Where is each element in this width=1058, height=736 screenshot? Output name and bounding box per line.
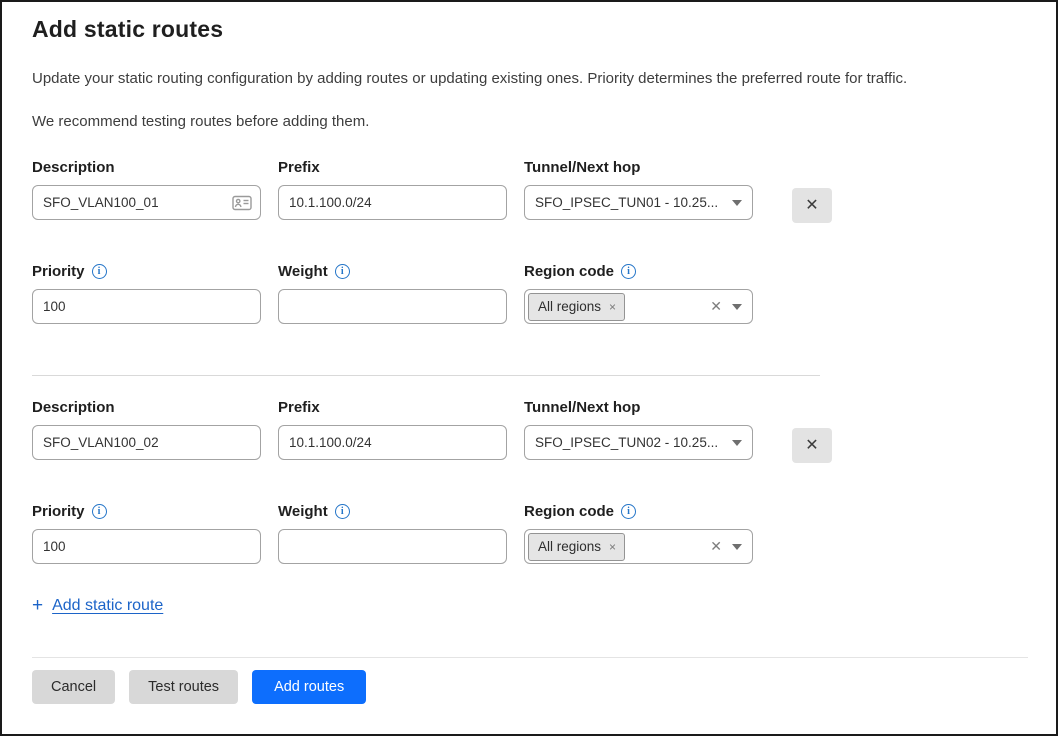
priority-input[interactable]: [32, 529, 261, 564]
route-divider: [32, 375, 820, 376]
region-field-group: Region code i All regions × ✕: [524, 263, 753, 324]
region-chip-label: All regions: [538, 539, 601, 554]
priority-field-group: Priority i: [32, 503, 261, 564]
region-label-text: Region code: [524, 263, 614, 280]
region-label: Region code i: [524, 503, 753, 520]
prefix-input[interactable]: [278, 425, 507, 460]
region-label-text: Region code: [524, 503, 614, 520]
prefix-field-group: Prefix: [278, 399, 507, 460]
info-icon[interactable]: i: [335, 504, 350, 519]
weight-label-text: Weight: [278, 503, 328, 520]
cancel-button[interactable]: Cancel: [32, 670, 115, 704]
info-icon[interactable]: i: [92, 504, 107, 519]
route-entry: Description Prefix Tunnel/Next hop SFO_I…: [32, 399, 1026, 564]
region-label: Region code i: [524, 263, 753, 280]
info-icon[interactable]: i: [621, 264, 636, 279]
description-label: Description: [32, 399, 261, 416]
clear-selection-icon[interactable]: ✕: [708, 538, 724, 555]
weight-input[interactable]: [278, 529, 507, 564]
region-multiselect[interactable]: All regions × ✕: [524, 529, 753, 564]
chevron-down-icon: [732, 200, 742, 206]
description-input[interactable]: [32, 185, 261, 220]
priority-label: Priority i: [32, 503, 261, 520]
tunnel-label: Tunnel/Next hop: [524, 159, 753, 176]
route-entry: Description Prefix Tunnel/Next: [32, 159, 1026, 324]
tunnel-select[interactable]: SFO_IPSEC_TUN01 - 10.25...: [524, 185, 753, 220]
region-chip: All regions ×: [528, 533, 625, 561]
add-routes-button[interactable]: Add routes: [252, 670, 366, 704]
priority-field-group: Priority i: [32, 263, 261, 324]
remove-route-button[interactable]: ✕: [792, 188, 832, 223]
tunnel-label: Tunnel/Next hop: [524, 399, 753, 416]
contact-card-icon: [232, 195, 252, 210]
page-title: Add static routes: [32, 16, 1026, 43]
priority-label-text: Priority: [32, 263, 85, 280]
add-static-routes-dialog: Add static routes Update your static rou…: [0, 0, 1058, 736]
tunnel-selected-value: SFO_IPSEC_TUN01 - 10.25...: [535, 195, 724, 210]
test-routes-button[interactable]: Test routes: [129, 670, 238, 704]
region-chip: All regions ×: [528, 293, 625, 321]
chip-remove-icon[interactable]: ×: [609, 300, 616, 314]
priority-label-text: Priority: [32, 503, 85, 520]
description-field-group: Description: [32, 399, 261, 460]
weight-field-group: Weight i: [278, 503, 507, 564]
weight-label: Weight i: [278, 503, 507, 520]
weight-input[interactable]: [278, 289, 507, 324]
prefix-input[interactable]: [278, 185, 507, 220]
footer-actions: Cancel Test routes Add routes: [32, 670, 1026, 704]
footer-divider: [32, 657, 1028, 658]
description-input[interactable]: [32, 425, 261, 460]
chevron-down-icon: [732, 304, 742, 310]
priority-input[interactable]: [32, 289, 261, 324]
info-icon[interactable]: i: [92, 264, 107, 279]
tunnel-selected-value: SFO_IPSEC_TUN02 - 10.25...: [535, 435, 724, 450]
region-multiselect[interactable]: All regions × ✕: [524, 289, 753, 324]
region-chip-label: All regions: [538, 299, 601, 314]
add-static-route-link[interactable]: + Add static route: [32, 595, 163, 617]
chip-remove-icon[interactable]: ×: [609, 540, 616, 554]
description-field-group: Description: [32, 159, 261, 220]
recommendation-text: We recommend testing routes before addin…: [32, 113, 1026, 130]
clear-selection-icon[interactable]: ✕: [708, 298, 724, 315]
region-field-group: Region code i All regions × ✕: [524, 503, 753, 564]
tunnel-field-group: Tunnel/Next hop SFO_IPSEC_TUN01 - 10.25.…: [524, 159, 753, 220]
description-label: Description: [32, 159, 261, 176]
weight-label-text: Weight: [278, 263, 328, 280]
remove-route-button[interactable]: ✕: [792, 428, 832, 463]
weight-field-group: Weight i: [278, 263, 507, 324]
weight-label: Weight i: [278, 263, 507, 280]
prefix-field-group: Prefix: [278, 159, 507, 220]
tunnel-select[interactable]: SFO_IPSEC_TUN02 - 10.25...: [524, 425, 753, 460]
info-icon[interactable]: i: [621, 504, 636, 519]
tunnel-field-group: Tunnel/Next hop SFO_IPSEC_TUN02 - 10.25.…: [524, 399, 753, 460]
prefix-label: Prefix: [278, 159, 507, 176]
plus-icon: +: [32, 595, 43, 617]
add-static-route-label: Add static route: [52, 597, 163, 615]
prefix-label: Prefix: [278, 399, 507, 416]
chevron-down-icon: [732, 544, 742, 550]
info-icon[interactable]: i: [335, 264, 350, 279]
priority-label: Priority i: [32, 263, 261, 280]
intro-text: Update your static routing configuration…: [32, 70, 1026, 87]
chevron-down-icon: [732, 440, 742, 446]
